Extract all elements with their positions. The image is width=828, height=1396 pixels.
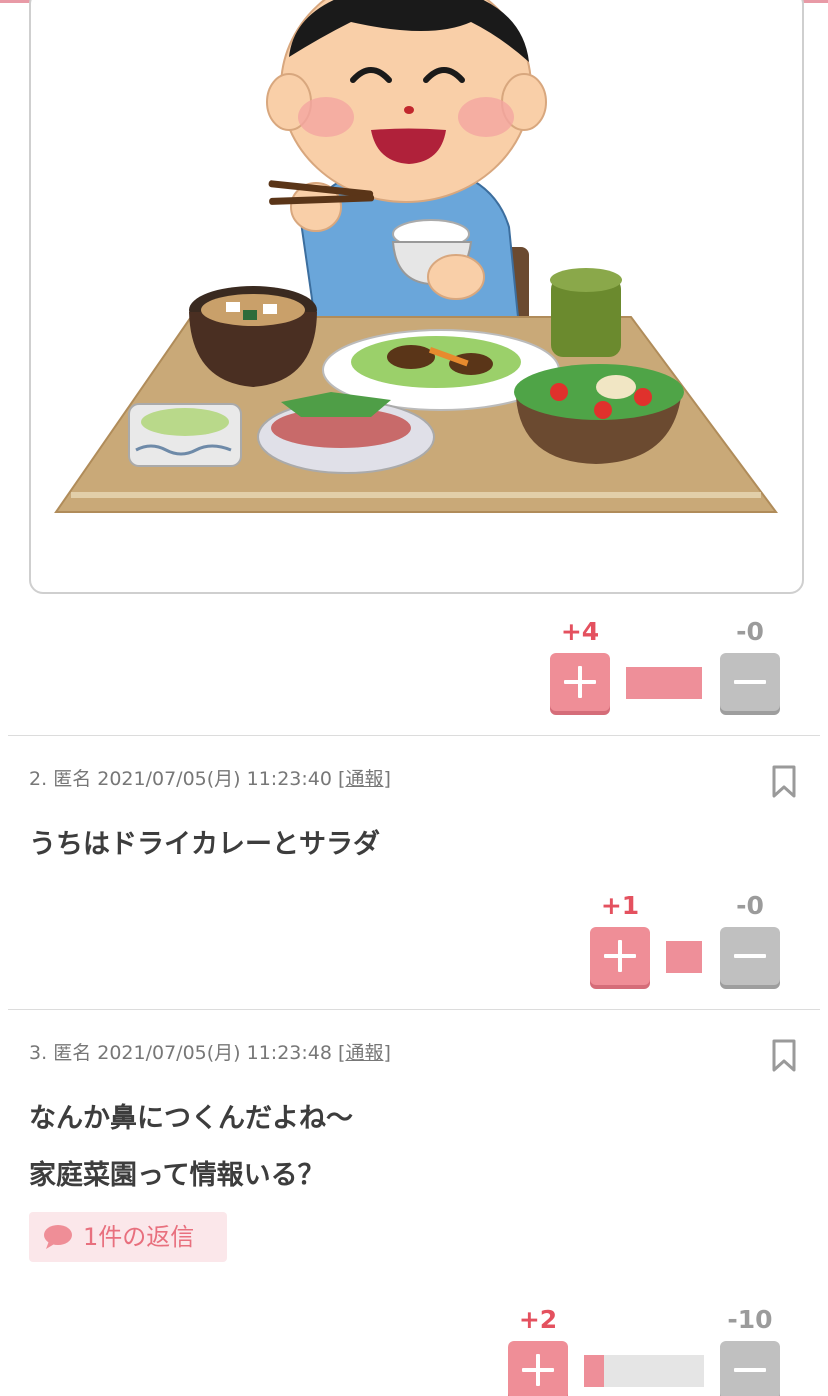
minus-button[interactable] (720, 1341, 780, 1396)
post-author: 匿名 (53, 1042, 92, 1064)
post-2-vote-widget: +1 -0 (590, 891, 780, 985)
plus-button[interactable] (590, 927, 650, 985)
post-author: 匿名 (53, 768, 92, 790)
plus-count: +2 (518, 1305, 558, 1334)
post-1-vote-widget: +4 -0 (550, 617, 780, 711)
post-number: 3. (29, 1042, 48, 1064)
post-3-body: なんか鼻につくんだよね〜 家庭菜園って情報いる？ (29, 1090, 353, 1204)
post-datetime: 2021/07/05(月) 11:23:40 (97, 768, 332, 790)
post-divider (8, 735, 820, 736)
vote-ratio-bar (626, 667, 702, 699)
minus-count: -0 (736, 617, 764, 646)
plus-button[interactable] (508, 1341, 568, 1396)
minus-count: -10 (727, 1305, 773, 1334)
minus-count: -0 (736, 891, 764, 920)
vote-ratio-bar (584, 1355, 704, 1387)
vote-ratio-fill (626, 667, 702, 699)
minus-icon (734, 666, 766, 698)
post-datetime: 2021/07/05(月) 11:23:48 (97, 1042, 332, 1064)
reply-count-button[interactable]: 1件の返信 (29, 1212, 227, 1262)
minus-button[interactable] (720, 653, 780, 711)
speech-bubble-icon (44, 1225, 72, 1249)
post-2-meta: 2. 匿名 2021/07/05(月) 11:23:40 [通報] (29, 768, 391, 790)
report-link[interactable]: 通報 (345, 1042, 383, 1064)
post-body-line: 家庭菜園って情報いる？ (29, 1160, 325, 1191)
plus-icon (564, 666, 596, 698)
post-body-line: なんか鼻につくんだよね〜 (29, 1103, 353, 1134)
eating-boy-illustration (54, 0, 778, 513)
report-link[interactable]: 通報 (345, 768, 383, 790)
plus-icon (604, 940, 636, 972)
post-3-vote-widget: +2 -10 (508, 1305, 780, 1396)
bookmark-icon[interactable] (771, 1039, 797, 1073)
post-3-meta: 3. 匿名 2021/07/05(月) 11:23:48 [通報] (29, 1042, 391, 1064)
plus-count: +1 (600, 891, 640, 920)
plus-count: +4 (560, 617, 600, 646)
post-image[interactable] (29, 0, 804, 594)
plus-button[interactable] (550, 653, 610, 711)
plus-icon (522, 1354, 554, 1386)
vote-ratio-fill (584, 1355, 605, 1387)
post-body-line: うちはドライカレーとサラダ (29, 829, 380, 860)
post-divider (8, 1009, 820, 1010)
post-2-body: うちはドライカレーとサラダ (29, 816, 380, 873)
minus-icon (734, 940, 766, 972)
vote-ratio-fill (666, 941, 702, 973)
post-number: 2. (29, 768, 48, 790)
bookmark-icon[interactable] (771, 765, 797, 799)
minus-icon (734, 1354, 766, 1386)
reply-count-label: 1件の返信 (83, 1223, 195, 1251)
minus-button[interactable] (720, 927, 780, 985)
vote-ratio-bar (666, 941, 702, 973)
